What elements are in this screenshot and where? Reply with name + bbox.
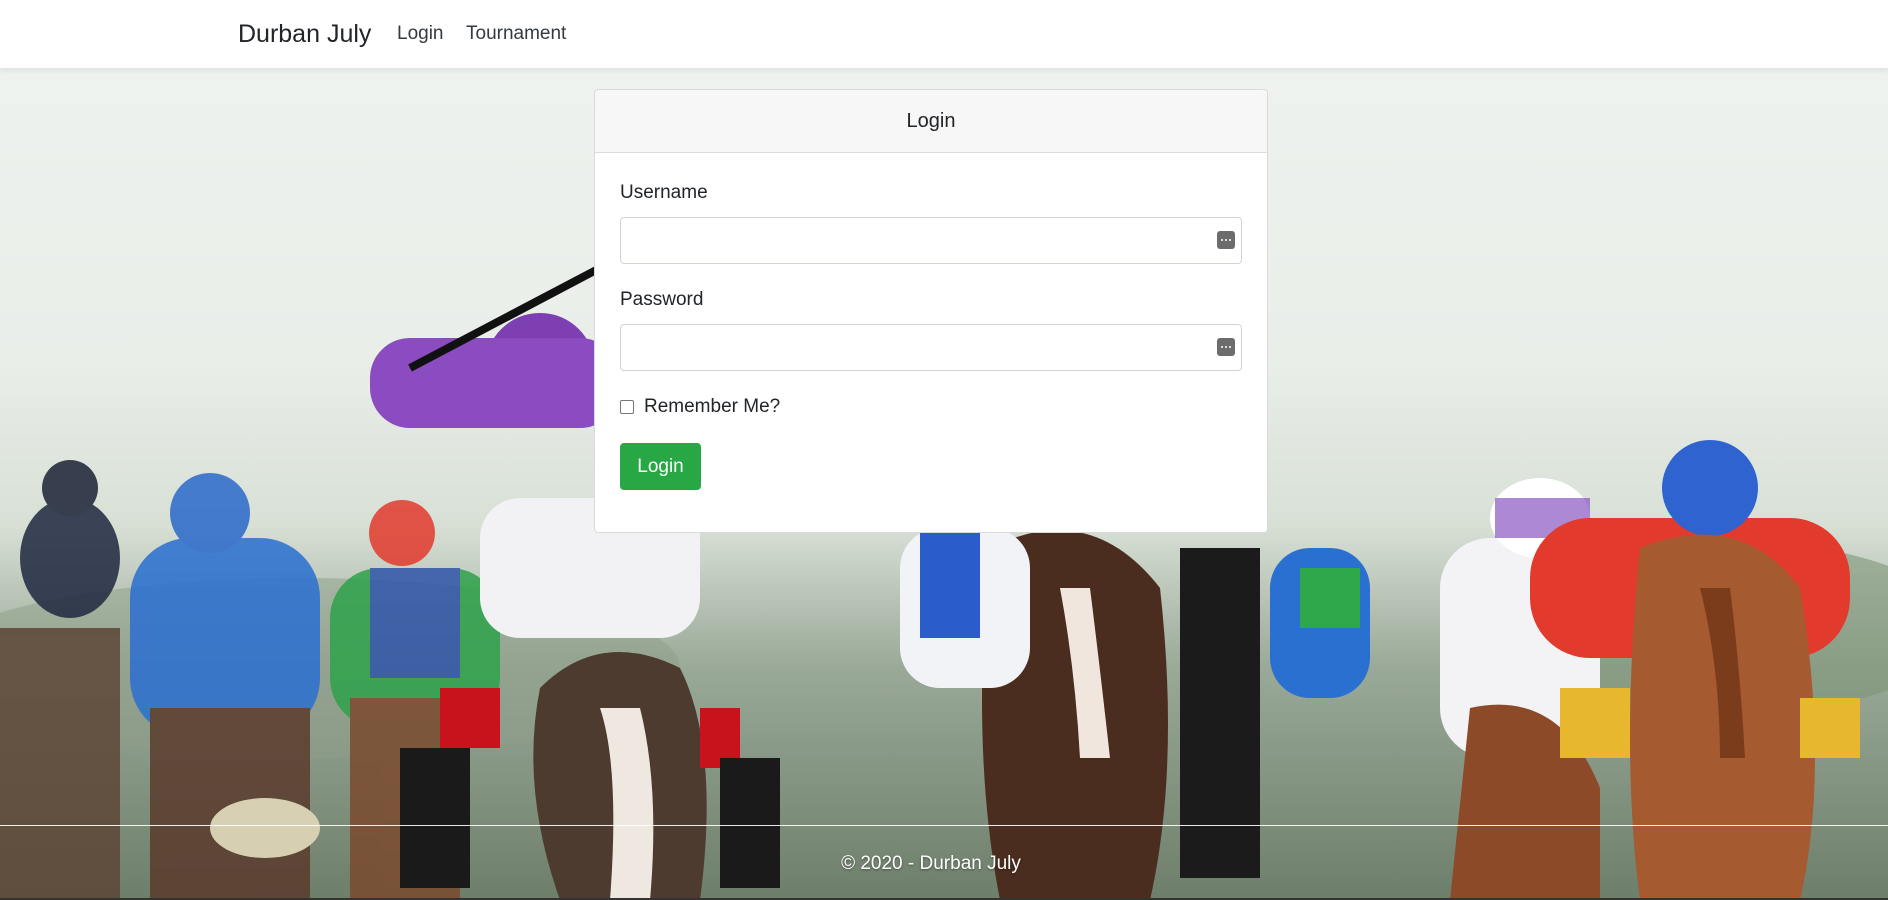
username-label: Username <box>620 182 708 203</box>
footer-divider <box>0 825 1888 826</box>
password-label: Password <box>620 289 704 310</box>
login-button[interactable]: Login <box>620 443 701 490</box>
password-input[interactable] <box>620 324 1242 371</box>
password-manager-icon[interactable] <box>1217 338 1235 356</box>
username-input[interactable] <box>620 217 1242 264</box>
login-card-title: Login <box>595 90 1267 153</box>
password-manager-icon[interactable] <box>1217 231 1235 249</box>
remember-me-checkbox[interactable] <box>620 400 634 414</box>
brand-link[interactable]: Durban July <box>238 20 371 49</box>
nav-link-login[interactable]: Login <box>397 23 444 45</box>
navbar: Durban July Login Tournament <box>0 0 1888 69</box>
remember-me-label[interactable]: Remember Me? <box>644 396 780 418</box>
nav-link-tournament[interactable]: Tournament <box>466 23 566 45</box>
remember-me-row[interactable]: Remember Me? <box>620 396 780 418</box>
login-card: Login Username Password Remember Me? Log… <box>594 89 1268 533</box>
footer-copyright: © 2020 - Durban July <box>841 853 1021 874</box>
